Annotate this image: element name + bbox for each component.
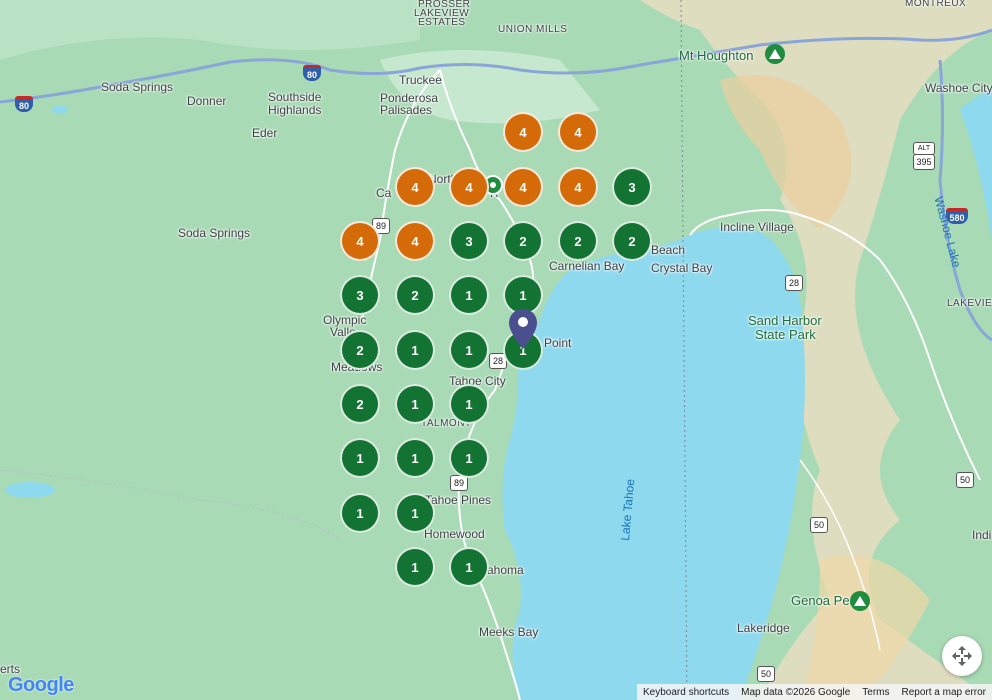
interstate-580-shield-icon: 580 xyxy=(946,208,968,224)
cluster-marker[interactable]: 4 xyxy=(503,112,543,152)
cluster-marker[interactable]: 1 xyxy=(395,438,435,478)
cluster-marker[interactable]: 1 xyxy=(449,275,489,315)
cluster-marker[interactable]: 4 xyxy=(395,167,435,207)
map-camera-control-button[interactable] xyxy=(942,636,982,676)
place-label: Ca xyxy=(376,186,392,200)
cluster-marker[interactable]: 4 xyxy=(449,167,489,207)
cluster-marker[interactable]: 4 xyxy=(503,167,543,207)
cluster-marker[interactable]: 1 xyxy=(340,493,380,533)
cluster-marker[interactable]: 2 xyxy=(340,384,380,424)
cluster-marker[interactable]: 4 xyxy=(395,221,435,261)
map-data-text: Map data ©2026 Google xyxy=(741,686,851,698)
keyboard-shortcuts-link[interactable]: Keyboard shortcuts xyxy=(637,687,735,698)
place-label: Highlands xyxy=(268,103,322,117)
place-label: Lakeridge xyxy=(737,621,790,635)
cluster-marker[interactable]: 1 xyxy=(395,547,435,587)
highway-28-shield-icon: 28 xyxy=(785,275,803,291)
alt-shield-icon: ALT xyxy=(913,142,935,155)
cluster-marker[interactable]: 1 xyxy=(449,547,489,587)
cluster-marker[interactable]: 4 xyxy=(558,112,598,152)
place-label: Palisades xyxy=(380,103,433,117)
cluster-marker[interactable]: 3 xyxy=(340,275,380,315)
place-label: Crystal Bay xyxy=(651,261,713,275)
us-50-shield-icon: 50 xyxy=(956,472,974,488)
cluster-marker[interactable]: 1 xyxy=(449,438,489,478)
cluster-marker[interactable]: 1 xyxy=(449,330,489,370)
place-label: Beach xyxy=(651,243,686,257)
cluster-marker[interactable]: 2 xyxy=(340,330,380,370)
place-label: Southside xyxy=(268,90,322,104)
cluster-marker[interactable]: 1 xyxy=(395,384,435,424)
place-label: Tahoe Pines xyxy=(425,493,492,507)
place-label: ESTATES xyxy=(418,17,466,28)
cluster-marker[interactable]: 4 xyxy=(340,221,380,261)
us-50-shield-icon: 50 xyxy=(757,666,775,682)
cluster-marker[interactable]: 1 xyxy=(395,493,435,533)
place-label: Donner xyxy=(187,94,227,108)
park-marker-icon[interactable] xyxy=(850,591,870,611)
place-label: Washoe City xyxy=(925,81,992,95)
cluster-marker[interactable]: 3 xyxy=(612,167,652,207)
map-attribution-bar: Keyboard shortcuts Map data ©2026 Google… xyxy=(636,684,992,700)
google-logo[interactable]: Google xyxy=(8,674,74,697)
report-map-error-link[interactable]: Report a map error xyxy=(896,687,992,698)
move-arrows-icon xyxy=(952,646,972,666)
terms-link[interactable]: Terms xyxy=(856,687,895,698)
cluster-marker[interactable]: 2 xyxy=(395,275,435,315)
place-label: Mt Houghton xyxy=(679,48,754,63)
interstate-80-shield-icon: 80 xyxy=(15,96,33,112)
place-label: Meeks Bay xyxy=(479,625,539,639)
cluster-marker[interactable]: 1 xyxy=(395,330,435,370)
place-label: Sand Harbor xyxy=(748,313,822,328)
park-marker-icon[interactable] xyxy=(765,44,785,64)
place-label: ahoma xyxy=(487,563,524,577)
place-label: Homewood xyxy=(424,527,485,541)
cluster-marker[interactable]: 3 xyxy=(449,221,489,261)
place-label: MONTREUX xyxy=(905,0,967,9)
cluster-marker[interactable]: 4 xyxy=(558,167,598,207)
place-label: UNION MILLS xyxy=(498,24,568,35)
location-pin-icon[interactable] xyxy=(509,309,537,349)
us-395-shield-icon: 395 xyxy=(913,154,935,170)
place-label: Point xyxy=(544,336,572,350)
place-label: Indi xyxy=(972,528,992,542)
us-50-shield-icon: 50 xyxy=(810,517,828,533)
place-label: Carnelian Bay xyxy=(549,259,625,273)
place-label: Eder xyxy=(252,126,278,140)
cluster-marker[interactable]: 2 xyxy=(503,221,543,261)
place-label: Soda Springs xyxy=(178,226,251,240)
place-label: Incline Village xyxy=(720,220,794,234)
cluster-marker[interactable]: 2 xyxy=(612,221,652,261)
place-label: State Park xyxy=(755,327,816,342)
cluster-marker[interactable]: 2 xyxy=(558,221,598,261)
cluster-marker[interactable]: 1 xyxy=(340,438,380,478)
place-label: Soda Springs xyxy=(101,80,174,94)
place-label: Truckee xyxy=(399,73,442,87)
cluster-marker[interactable]: 1 xyxy=(449,384,489,424)
place-label: LAKEVIEW xyxy=(947,298,992,309)
interstate-80-shield-icon: 80 xyxy=(303,65,321,81)
